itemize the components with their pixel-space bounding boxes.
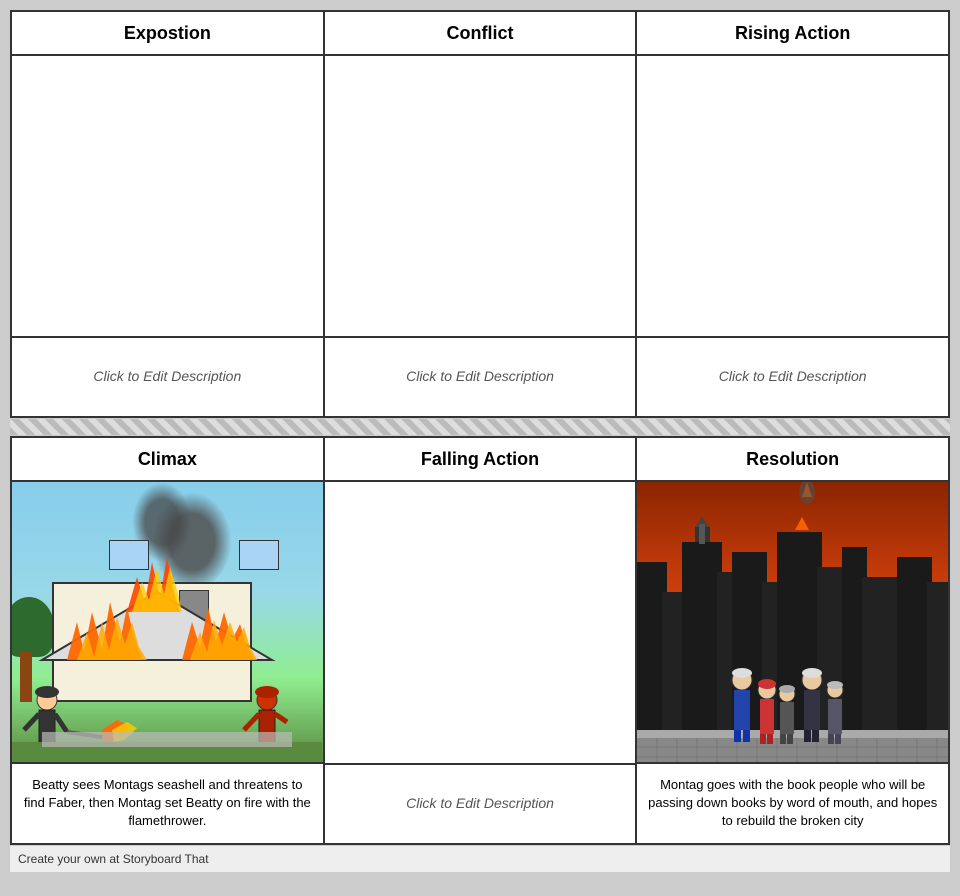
cell-image-resolution[interactable]: [637, 482, 948, 762]
description-text-rising-action[interactable]: Click to Edit Description: [719, 367, 867, 387]
row-separator: [10, 418, 950, 436]
storyboard-container: Expostion Click to Edit Description Conf…: [0, 0, 960, 882]
cell-description-resolution: Montag goes with the book people who wil…: [637, 762, 948, 843]
description-text-expostion[interactable]: Click to Edit Description: [93, 367, 241, 387]
cell-description-climax: Beatty sees Montags seashell and threate…: [12, 762, 323, 843]
cell-resolution: Resolution: [637, 436, 950, 845]
cell-expostion: Expostion Click to Edit Description: [10, 10, 325, 418]
cell-header-conflict: Conflict: [325, 12, 636, 56]
climax-svg: [12, 482, 322, 762]
cell-image-climax[interactable]: [12, 482, 323, 762]
resolution-scene: [637, 482, 948, 762]
cell-climax: Climax: [10, 436, 325, 845]
cell-description-conflict[interactable]: Click to Edit Description: [325, 336, 636, 416]
cell-image-rising-action[interactable]: [637, 56, 948, 336]
footer-text: Create your own at Storyboard That: [18, 852, 209, 866]
cell-description-falling-action[interactable]: Click to Edit Description: [325, 763, 636, 843]
separator-pattern: [10, 419, 950, 435]
cell-header-falling-action: Falling Action: [325, 438, 636, 482]
row-2: Climax: [10, 436, 950, 845]
resolution-svg: [637, 482, 948, 762]
cell-header-climax: Climax: [12, 438, 323, 482]
cell-image-falling-action[interactable]: [325, 482, 636, 763]
description-text-resolution: Montag goes with the book people who wil…: [645, 776, 940, 831]
cell-header-resolution: Resolution: [637, 438, 948, 482]
description-text-falling-action[interactable]: Click to Edit Description: [406, 794, 554, 814]
cell-description-rising-action[interactable]: Click to Edit Description: [637, 336, 948, 416]
cell-image-expostion[interactable]: [12, 56, 323, 336]
cell-image-conflict[interactable]: [325, 56, 636, 336]
footer: Create your own at Storyboard That: [10, 845, 950, 872]
cell-conflict: Conflict Click to Edit Description: [325, 10, 638, 418]
cell-description-expostion[interactable]: Click to Edit Description: [12, 336, 323, 416]
cell-rising-action: Rising Action Click to Edit Description: [637, 10, 950, 418]
climax-scene: [12, 482, 323, 762]
cell-header-expostion: Expostion: [12, 12, 323, 56]
row-1: Expostion Click to Edit Description Conf…: [10, 10, 950, 418]
description-text-climax: Beatty sees Montags seashell and threate…: [20, 776, 315, 831]
cell-falling-action: Falling Action Click to Edit Description: [325, 436, 638, 845]
description-text-conflict[interactable]: Click to Edit Description: [406, 367, 554, 387]
cell-header-rising-action: Rising Action: [637, 12, 948, 56]
